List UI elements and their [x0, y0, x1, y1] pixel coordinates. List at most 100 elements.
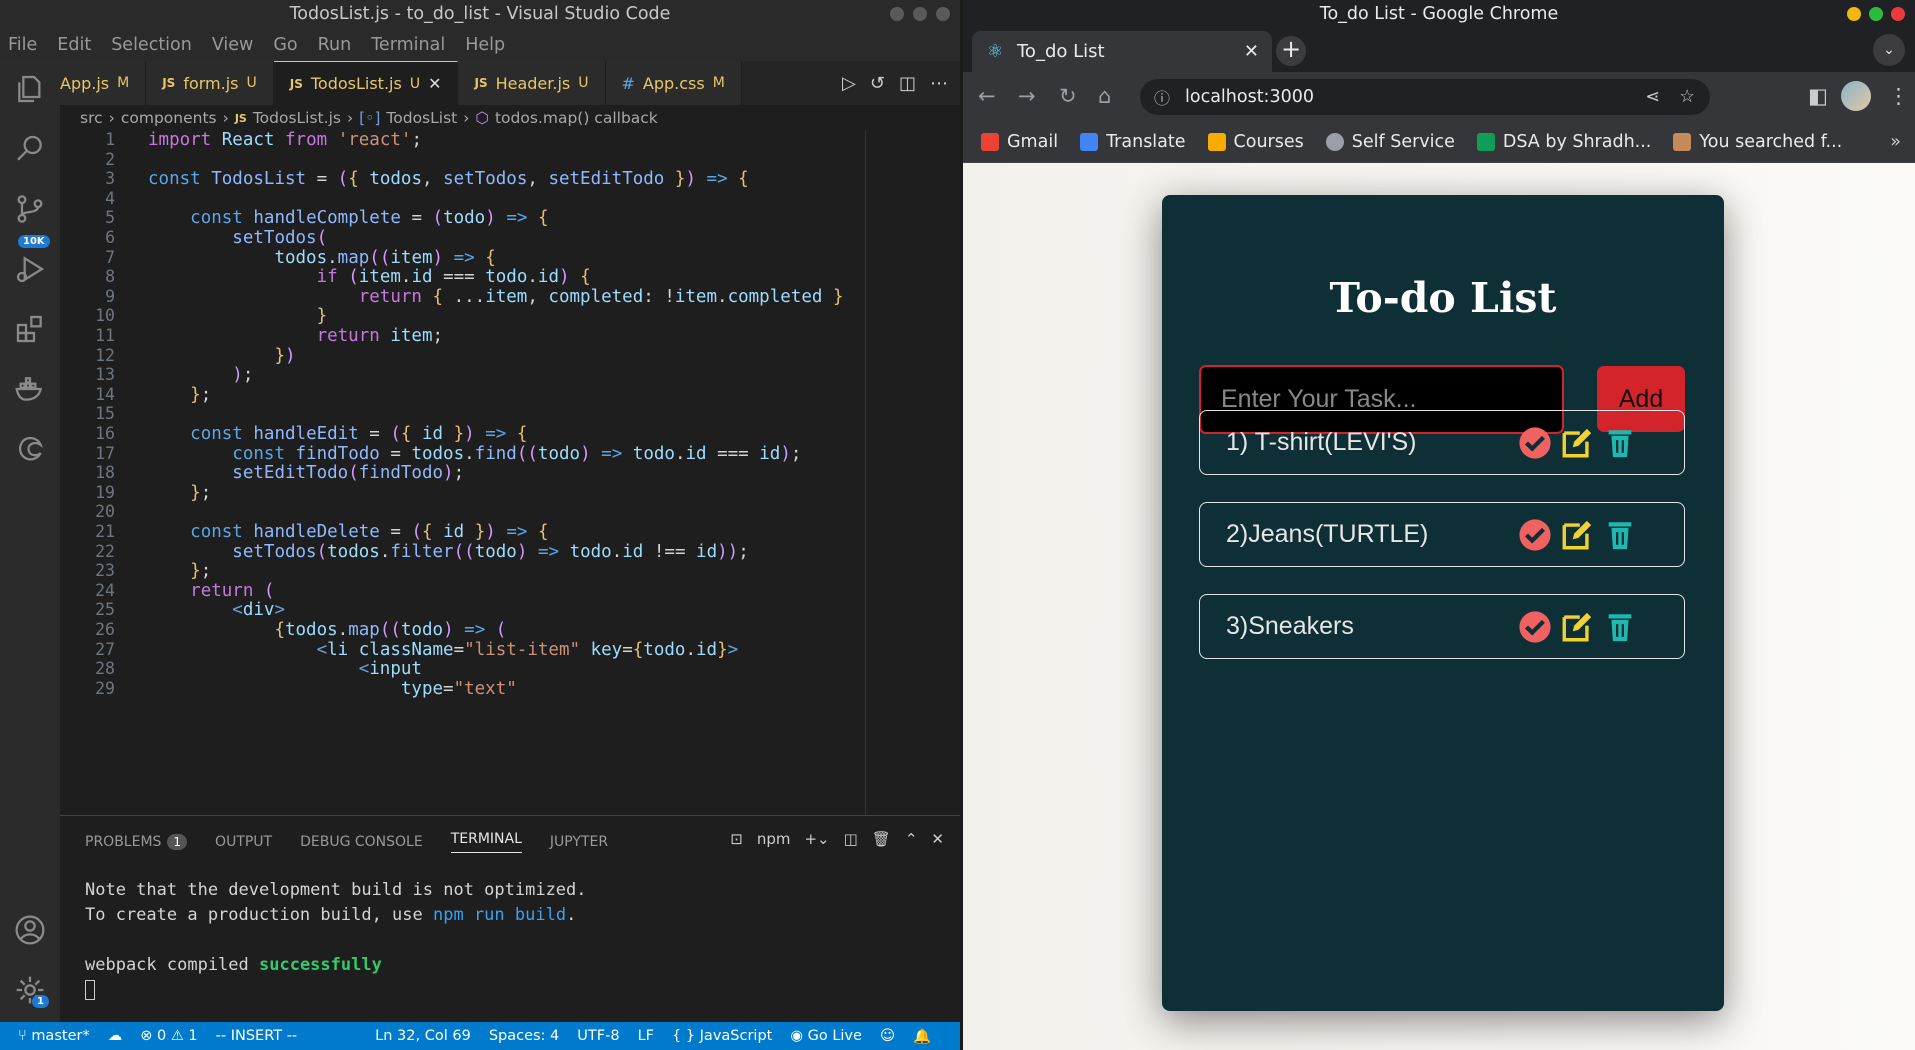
- code-line[interactable]: type="text": [148, 679, 517, 699]
- end-of-line[interactable]: LF: [638, 1028, 654, 1044]
- breadcrumb-symbol[interactable]: TodosList: [386, 109, 457, 127]
- indentation[interactable]: Spaces: 4: [489, 1028, 559, 1044]
- menu-go[interactable]: Go: [273, 35, 297, 55]
- code-line[interactable]: const handleComplete = (todo) => {: [148, 208, 548, 228]
- source-control-icon[interactable]: [10, 189, 50, 229]
- browser-tab[interactable]: ⚛ To_do List ✕: [972, 31, 1272, 72]
- code-editor[interactable]: 1 import React from 'react'; 2 3 const Todos…: [60, 130, 940, 815]
- code-line[interactable]: setTodos(: [148, 228, 327, 248]
- code-line[interactable]: const handleDelete = ({ id }) => {: [148, 522, 548, 542]
- address-bar[interactable]: ⓘ localhost:3000 ⋖ ☆: [1140, 79, 1710, 115]
- terminal-name[interactable]: npm: [757, 830, 791, 848]
- encoding[interactable]: UTF-8: [577, 1028, 619, 1044]
- menu-icon[interactable]: ⋮: [1888, 84, 1909, 108]
- tab-app-js[interactable]: App.js M: [60, 61, 147, 105]
- split-terminal-icon[interactable]: ◫: [844, 830, 858, 848]
- tab-problems[interactable]: PROBLEMS 1: [85, 834, 188, 850]
- edit-icon[interactable]: [1560, 518, 1594, 552]
- bookmark-translate[interactable]: Translate: [1080, 132, 1186, 152]
- menu-edit[interactable]: Edit: [57, 35, 91, 55]
- trash-icon[interactable]: [1603, 426, 1637, 460]
- run-debug-icon[interactable]: [10, 249, 50, 289]
- tab-output[interactable]: OUTPUT: [215, 834, 272, 850]
- code-line[interactable]: const findTodo = todos.find((todo) => to…: [148, 444, 801, 464]
- tab-form-js[interactable]: JS form.js U: [146, 61, 274, 105]
- bookmark-courses[interactable]: Courses: [1207, 132, 1304, 152]
- code-line[interactable]: };: [148, 561, 211, 581]
- back-icon[interactable]: ←: [978, 84, 996, 108]
- star-icon[interactable]: ☆: [1679, 87, 1695, 107]
- trash-icon[interactable]: [1603, 610, 1637, 644]
- edit-icon[interactable]: [1560, 426, 1594, 460]
- menu-selection[interactable]: Selection: [111, 35, 192, 55]
- edge-devtools-icon[interactable]: [10, 429, 50, 469]
- code-line[interactable]: if (item.id === todo.id) {: [148, 267, 591, 287]
- sync-icon[interactable]: ☁: [108, 1028, 123, 1044]
- menu-run[interactable]: Run: [318, 35, 352, 55]
- code-line[interactable]: setTodos(todos.filter((todo) => todo.id …: [148, 542, 748, 562]
- profile-avatar[interactable]: [1841, 81, 1871, 111]
- trash-icon[interactable]: [1603, 518, 1637, 552]
- account-icon[interactable]: [10, 910, 50, 950]
- code-line[interactable]: return (: [148, 581, 274, 601]
- cursor-position[interactable]: Ln 32, Col 69: [375, 1028, 471, 1044]
- tab-debug-console[interactable]: DEBUG CONSOLE: [300, 834, 423, 850]
- more-bookmarks-icon[interactable]: »: [1890, 132, 1901, 152]
- code-line[interactable]: }): [148, 346, 295, 366]
- minimize-button[interactable]: [1847, 7, 1861, 21]
- bookmark-self-service[interactable]: Self Service: [1325, 132, 1455, 152]
- code-line[interactable]: return { ...item, completed: !item.compl…: [148, 287, 844, 307]
- breadcrumb-src[interactable]: src: [80, 109, 103, 127]
- minimize-button[interactable]: [890, 7, 904, 21]
- side-panel-icon[interactable]: ◧: [1808, 84, 1828, 108]
- code-line[interactable]: {todos.map((todo) => (: [148, 620, 506, 640]
- code-line[interactable]: };: [148, 483, 211, 503]
- go-live-button[interactable]: ◉ Go Live: [790, 1028, 862, 1044]
- new-tab-button[interactable]: +: [1276, 36, 1306, 66]
- split-editor-icon[interactable]: ◫: [899, 73, 916, 94]
- tab-search-icon[interactable]: ⌄: [1873, 34, 1905, 66]
- close-tab-icon[interactable]: ✕: [428, 74, 441, 93]
- bookmark-search[interactable]: You searched f...: [1673, 132, 1842, 152]
- bell-icon[interactable]: 🔔: [913, 1028, 931, 1045]
- extensions-icon[interactable]: [10, 309, 50, 349]
- timeline-icon[interactable]: ↺: [870, 73, 885, 94]
- code-line[interactable]: const TodosList = ({ todos, setTodos, se…: [148, 169, 749, 189]
- bookmark-dsa[interactable]: DSA by Shradh...: [1476, 132, 1651, 152]
- code-line[interactable]: todos.map((item) => {: [148, 248, 495, 268]
- menu-view[interactable]: View: [212, 35, 254, 55]
- tab-todoslist-js[interactable]: JS TodosList.js U ✕: [273, 61, 459, 105]
- breadcrumb-callback[interactable]: todos.map() callback: [495, 109, 658, 127]
- maximize-button[interactable]: [1869, 7, 1883, 21]
- search-icon[interactable]: [10, 129, 50, 169]
- code-line[interactable]: <input: [148, 659, 422, 679]
- close-button[interactable]: [936, 7, 950, 21]
- maximize-button[interactable]: [913, 7, 927, 21]
- maximize-panel-icon[interactable]: ⌃: [905, 830, 918, 848]
- more-actions-icon[interactable]: ⋯: [930, 73, 948, 94]
- code-line[interactable]: import React from 'react';: [148, 130, 422, 150]
- code-line[interactable]: <li className="list-item" key={todo.id}>: [148, 640, 739, 660]
- tab-app-css[interactable]: # App.css M: [605, 61, 742, 105]
- code-line[interactable]: }: [148, 306, 328, 326]
- breadcrumb-components[interactable]: components: [121, 109, 217, 127]
- tab-terminal[interactable]: TERMINAL: [450, 831, 522, 853]
- menu-help[interactable]: Help: [465, 35, 505, 55]
- menu-file[interactable]: File: [8, 35, 37, 55]
- branch-indicator[interactable]: ⑂ master*: [18, 1028, 90, 1044]
- feedback-icon[interactable]: ☺: [880, 1028, 895, 1044]
- explorer-icon[interactable]: [10, 69, 50, 109]
- terminal-output[interactable]: Note that the development build is not o…: [60, 868, 960, 1003]
- home-icon[interactable]: ⌂: [1098, 84, 1111, 108]
- complete-check-icon[interactable]: [1518, 518, 1552, 552]
- minimap[interactable]: [865, 130, 945, 815]
- tab-jupyter[interactable]: JUPYTER: [550, 834, 608, 850]
- share-icon[interactable]: ⋖: [1645, 87, 1660, 107]
- problems-indicator[interactable]: ⊗ 0 ⚠ 1: [140, 1028, 197, 1044]
- code-line[interactable]: };: [148, 385, 211, 405]
- code-line[interactable]: setEditTodo(findTodo);: [148, 463, 464, 483]
- tab-header-js[interactable]: JS Header.js U: [458, 61, 606, 105]
- close-button[interactable]: [1891, 7, 1905, 21]
- reload-icon[interactable]: ↻: [1059, 84, 1077, 108]
- code-line[interactable]: const handleEdit = ({ id }) => {: [148, 424, 527, 444]
